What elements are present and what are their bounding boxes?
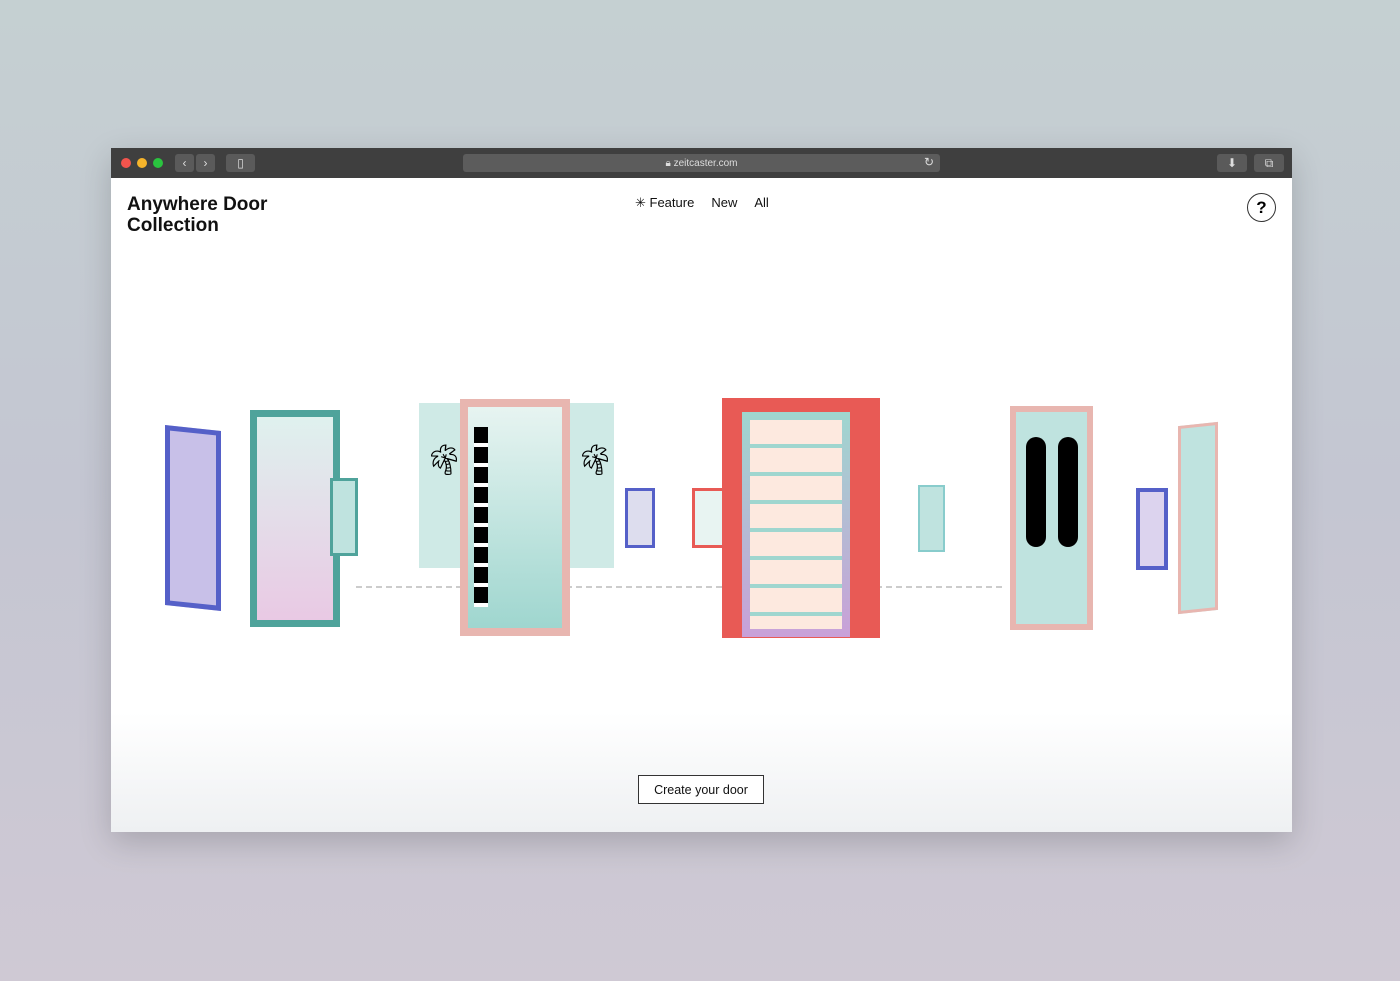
lock-icon: 🔒︎	[665, 157, 674, 169]
forward-button[interactable]: ›	[196, 154, 215, 172]
help-button[interactable]: ?	[1247, 193, 1276, 222]
palm-panel-left: 🌴︎	[419, 403, 463, 568]
nav-all[interactable]: All	[754, 195, 768, 211]
minimize-icon[interactable]	[137, 158, 147, 168]
door-palm[interactable]	[460, 399, 570, 636]
main-nav: ✳︎ Feature New All	[635, 195, 769, 211]
browser-window: ‹ › ▯ 🔒︎ zeitcaster.com ↻ ⬇ ⧉ Anywhere Do…	[111, 148, 1292, 832]
door-small-grid[interactable]	[918, 485, 945, 552]
floor-gradient	[111, 712, 1292, 832]
door-triangle-blue[interactable]	[1136, 488, 1168, 570]
reload-icon[interactable]: ↻	[924, 155, 934, 169]
door-small-teal[interactable]	[330, 478, 358, 556]
download-icon[interactable]: ⬇	[1217, 154, 1247, 172]
door-teal-frame[interactable]	[250, 410, 340, 627]
close-icon[interactable]	[121, 158, 131, 168]
browser-toolbar: ‹ › ▯ 🔒︎ zeitcaster.com ↻ ⬇ ⧉	[111, 148, 1292, 178]
nav-new[interactable]: New	[711, 195, 737, 211]
zoom-icon[interactable]	[153, 158, 163, 168]
nav-feature[interactable]: ✳︎ Feature	[635, 195, 694, 211]
tabs-icon[interactable]: ⧉	[1254, 154, 1284, 172]
door-ornate-teal[interactable]	[1178, 421, 1218, 615]
address-bar[interactable]: 🔒︎ zeitcaster.com ↻	[463, 154, 940, 172]
back-button[interactable]: ‹	[175, 154, 194, 172]
site-title[interactable]: Anywhere Door Collection	[127, 194, 267, 236]
door-blue[interactable]	[165, 425, 221, 611]
sidebar-icon[interactable]: ▯	[226, 154, 255, 172]
door-small-blue[interactable]	[625, 488, 655, 548]
door-ovals[interactable]	[1010, 406, 1093, 630]
palm-panel-right: 🌴︎	[570, 403, 614, 568]
asterisk-icon: ✳︎	[635, 195, 650, 210]
create-door-button[interactable]: Create your door	[638, 775, 764, 804]
door-red-frame[interactable]	[722, 398, 880, 638]
